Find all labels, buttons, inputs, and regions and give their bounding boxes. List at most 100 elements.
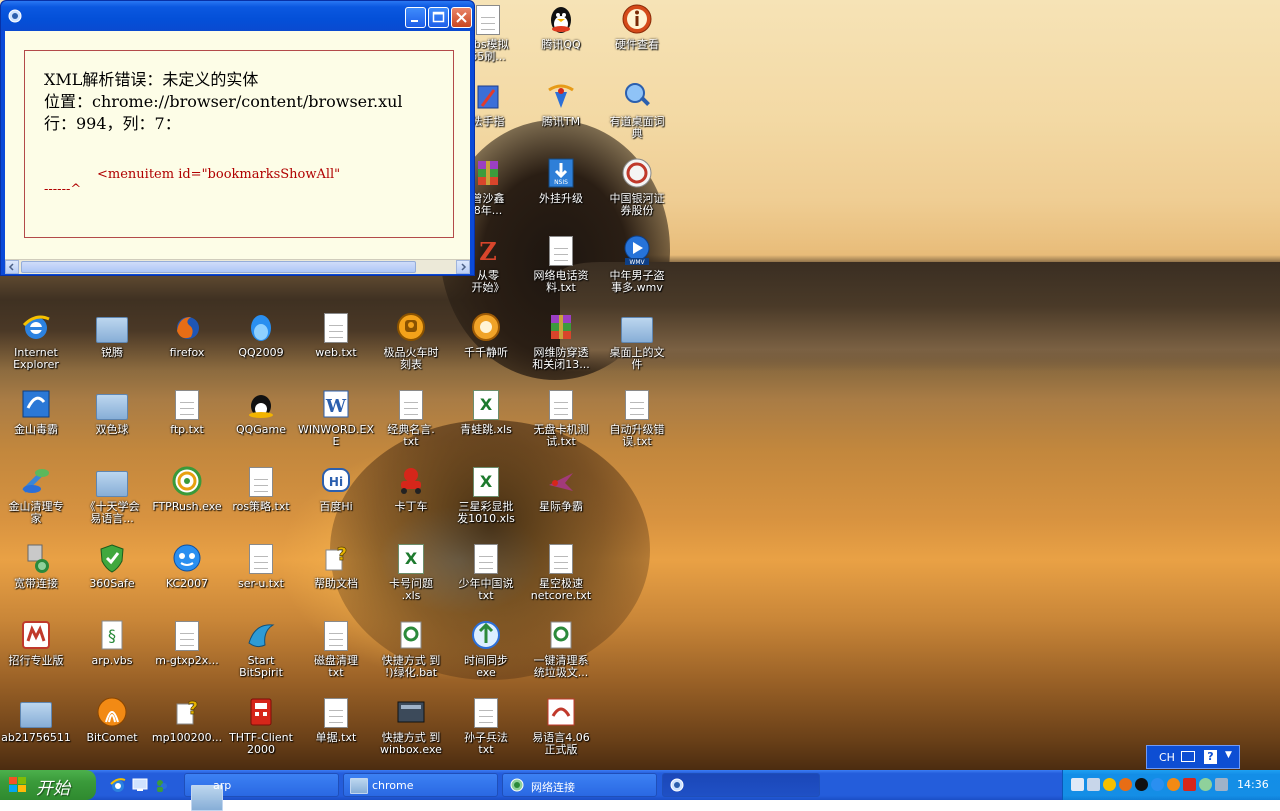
desktop-icon-qqgame[interactable]: QQGame [223,387,299,459]
tray-sync-icon[interactable] [1199,778,1212,791]
desktop-icon-snzg[interactable]: 少年中国说 txt [448,541,524,613]
desktop-icon-kdlj[interactable]: 宽带连接 [0,541,74,613]
tray-volume-icon[interactable] [1071,778,1084,791]
desktop-icon-youdao[interactable]: 有道桌面词 典 [599,79,675,151]
desktop-icon-xjzb[interactable]: 星际争霸 [523,464,599,536]
desktop-icon-firefox[interactable]: firefox [149,310,225,382]
excel-icon: X [398,544,424,574]
desktop-icon-ros[interactable]: ros策略.txt [223,464,299,536]
minimize-button[interactable] [405,7,426,28]
network-icon [27,544,49,573]
scroll-right-button[interactable] [456,260,470,274]
desktop-icon-baiduhi[interactable]: Hi 百度Hi [298,464,374,536]
desktop-icon-qwt[interactable]: X 青蛙跳.xls [448,387,524,459]
desktop-icon-ruiteng[interactable]: 锐腾 [74,310,150,382]
taskbar-button-arp[interactable]: arp [184,773,339,811]
keyboard-icon[interactable] [1181,751,1195,762]
desktop-icon-jsql[interactable]: 金山清理专 家 [0,464,74,536]
input-language[interactable]: CH [1159,751,1175,764]
xml-error-window[interactable]: XML解析错误：未定义的实体 位置：chrome://browser/conte… [0,0,475,276]
tray-bitcomet-icon[interactable] [1167,778,1180,791]
desktop-icon-train[interactable]: 极品火车时 刻表 [373,310,449,382]
desktop-icon-ab21756511[interactable]: ab21756511 [0,695,74,767]
desktop-icon-kdc[interactable]: 卡丁车 [373,464,449,536]
desktop-icon-help[interactable]: ? 帮助文档 [298,541,374,613]
desktop-icon-mgtxp[interactable]: m-gtxp2x... [149,618,225,690]
desktop-icon-yyy[interactable]: 易语言4.06 正式版 [523,695,599,767]
scroll-left-button[interactable] [5,260,19,274]
desktop-icon-xkjs[interactable]: 星空极速 netcore.txt [523,541,599,613]
desktop-icon-hwinfo[interactable]: 硬件查看 [599,2,675,74]
desktop-icon-webtxt[interactable]: web.txt [298,310,374,382]
desktop-icon-bitcomet[interactable]: BitComet [74,695,150,767]
help-icon[interactable]: ? [1204,750,1217,764]
horizontal-scrollbar[interactable] [5,259,470,274]
taskbar-button-network[interactable]: 网络连接 [502,773,657,797]
svg-text:§: § [108,626,116,645]
desktop-icon-wpk[interactable]: 无盘卡机测 试.txt [523,387,599,459]
desktop-icon-tm[interactable]: 腾讯TM [523,79,599,151]
desktop-icon-ie[interactable]: Internet Explorer [0,310,74,382]
desktop-icon-zdsj[interactable]: 自动升级错 误.txt [599,387,675,459]
desktop-icon-mp100200[interactable]: ? mp100200... [149,695,225,767]
quicklaunch-ie-icon[interactable] [110,777,126,793]
svg-text:Hi: Hi [329,475,343,489]
desktop-icon-yjql[interactable]: 一键清理系 统垃圾文... [523,618,599,690]
taskbar-button-xul-app[interactable] [662,773,820,797]
desktop-icon-lvhua[interactable]: 快捷方式 到 !)绿化.bat [373,618,449,690]
desktop-icon-ttplayer[interactable]: 千千静听 [448,310,524,382]
desktop-icon-cpql[interactable]: 磁盘清理 txt [298,618,374,690]
desktop-icon-qq2009[interactable]: QQ2009 [223,310,299,382]
tray-monitor-icon[interactable] [1215,778,1228,791]
kc-icon [173,544,201,572]
desktop-icon-nsis[interactable]: NSIS 外挂升级 [523,156,599,228]
scroll-thumb[interactable] [21,261,416,273]
desktop-icon-sjtb[interactable]: 时间同步 exe [448,618,524,690]
desktop-icon-szbf[interactable]: 孙子兵法 txt [448,695,524,767]
tray-qq-icon[interactable] [1103,778,1116,791]
desktop-icon-winword[interactable]: W WINWORD.EXE [298,387,374,459]
desktop-icon-360safe[interactable]: 360Safe [74,541,150,613]
desktop-icon-khwt[interactable]: X 卡号问题 .xls [373,541,449,613]
tray-qqgame-icon[interactable] [1135,778,1148,791]
maximize-button[interactable] [428,7,449,28]
desktop-icon-jsdb[interactable]: 金山毒霸 [0,387,74,459]
desktop-icon-winbox[interactable]: 快捷方式 到 winbox.exe [373,695,449,767]
desktop-icon-ftprush[interactable]: FTPRush.exe [149,464,225,536]
desktop-icon-ssq[interactable]: 双色球 [74,387,150,459]
desktop-icon-zgyh[interactable]: 中国银河证 券股份 [599,156,675,228]
window-titlebar[interactable] [1,1,474,31]
desktop-icon-ftptxt[interactable]: ftp.txt [149,387,225,459]
desktop-icon-qq[interactable]: 腾讯QQ [523,2,599,74]
xul-app-icon [8,9,22,23]
desktop-icon-wlfc[interactable]: 网维防穿透 和关闭13... [523,310,599,382]
desktop-icon-wlsy[interactable]: 网络电话资 料.txt [523,233,599,305]
tray-shield-icon[interactable] [1183,778,1196,791]
tray-app-icon[interactable] [1119,778,1132,791]
desktop-icon-sxcp[interactable]: X 三星彩显批 发1010.xls [448,464,524,536]
start-button[interactable]: 开始 [0,770,96,800]
clock[interactable]: 14:36 [1237,778,1269,791]
taskbar-button-chrome[interactable]: chrome [343,773,498,797]
desktop-icon-sttx[interactable]: 《十天学会 易语言... [74,464,150,536]
desktop-icon-zhaohang[interactable]: 招行专业版 [0,618,74,690]
desktop-icon-thtf[interactable]: THTF-Client 2000 [223,695,299,767]
info-icon [622,4,652,34]
quicklaunch-messenger-icon[interactable] [154,777,170,793]
desktop-icon-wmv[interactable]: WMV 中年男子盗 事多.wmv [599,233,675,305]
language-bar[interactable]: CH ? ▼ [1146,745,1240,769]
tray-network-icon[interactable] [1087,778,1100,791]
desktop-icon-jdmy[interactable]: 经典名言. txt [373,387,449,459]
desktop-icon-danju[interactable]: 单据.txt [298,695,374,767]
chevron-down-icon[interactable]: ▼ [1225,750,1232,760]
tray-kc-icon[interactable] [1151,778,1164,791]
desktop-icon-bitspirit[interactable]: Start BitSpirit [223,618,299,690]
quicklaunch-desktop-icon[interactable] [132,777,148,793]
bitspirit-icon [248,624,275,648]
desktop-icon-kc2007[interactable]: KC2007 [149,541,225,613]
desktop-icon-seru[interactable]: ser-u.txt [223,541,299,613]
start-label: 开始 [36,779,70,799]
desktop-icon-arpvbs[interactable]: § arp.vbs [74,618,150,690]
desktop-icon-desktopfile[interactable]: 桌面上的文 件 [599,310,675,382]
close-button[interactable] [451,7,472,28]
